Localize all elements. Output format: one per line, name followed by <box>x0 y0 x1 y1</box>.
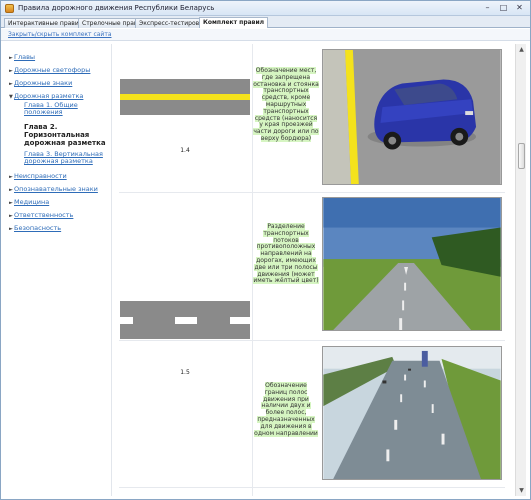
sidebar-item-responsibility[interactable]: ►Ответственность <box>9 211 73 219</box>
row-divider <box>119 192 505 193</box>
app-icon <box>5 4 14 13</box>
markings-table: 1.4 Обозначение мест, где запрещена оста… <box>115 44 513 496</box>
window-title: Правила дорожного движения Республики Бе… <box>18 4 215 12</box>
marking-1-5-diagram <box>120 301 250 339</box>
marking-1-4-description: Обозначение мест, где запрещена остановк… <box>253 67 319 142</box>
tab-rules-set[interactable]: Комплект правил <box>199 17 269 28</box>
marking-1-4-label: 1.4 <box>180 147 190 154</box>
sidebar-subitem-chapter-1[interactable]: Глава 1. Общие положения <box>24 102 108 116</box>
scrollbar-thumb[interactable] <box>518 143 525 169</box>
marking-1-4-diagram <box>120 79 250 115</box>
yellow-solid-line <box>120 94 250 100</box>
title-bar[interactable]: Правила дорожного движения Республики Бе… <box>1 1 530 16</box>
marking-1-4-photo <box>322 49 502 185</box>
dashed-line-segment <box>230 317 250 324</box>
scroll-up-arrow-icon[interactable]: ▲ <box>517 45 526 54</box>
sidebar-item-medicine[interactable]: ►Медицина <box>9 198 49 206</box>
sidebar-item-road-signs[interactable]: ►Дорожные знаки <box>9 79 72 87</box>
marking-1-5-description-a: Разделение транспортных потоков противоп… <box>253 223 319 285</box>
marking-1-5-description: Обозначение границ полос движения при на… <box>254 382 318 437</box>
toolbar: Закрыть/скрыть комплект сайта <box>1 29 530 41</box>
hide-panel-link[interactable]: Закрыть/скрыть комплект сайта <box>8 31 112 38</box>
sidebar-item-traffic-lights[interactable]: ►Дорожные светофоры <box>9 66 90 74</box>
app-window: Правила дорожного движения Республики Бе… <box>0 0 531 500</box>
row-divider <box>119 487 505 488</box>
tab-bar: Интерактивные правила Стрелочные правила… <box>1 16 530 28</box>
sidebar-subitem-chapter-2: Глава 2. Горизонтальная дорожная разметк… <box>24 123 106 147</box>
scroll-down-arrow-icon[interactable]: ▼ <box>517 486 526 495</box>
multilane-road-photo <box>322 346 502 480</box>
sidebar-item-malfunctions[interactable]: ►Неисправности <box>9 172 67 180</box>
close-button[interactable]: ✕ <box>513 2 526 13</box>
sidebar-item-road-marking[interactable]: ▼Дорожная разметка <box>9 92 83 100</box>
sidebar-item-chapters[interactable]: ►Главы <box>9 53 35 61</box>
row-divider <box>119 340 505 341</box>
sidebar-nav: ►Главы ►Дорожные светофоры ►Дорожные зна… <box>4 44 112 496</box>
vertical-scrollbar[interactable]: ▲ ▼ <box>515 44 526 496</box>
maximize-button[interactable]: □ <box>497 2 510 13</box>
sidebar-subitem-chapter-3[interactable]: Глава 3. Вертикальная дорожная разметка <box>24 151 108 165</box>
sidebar-item-identification-signs[interactable]: ►Опознавательные знаки <box>9 185 98 193</box>
dashed-line-segment <box>120 317 133 324</box>
two-way-road-photo <box>322 197 502 331</box>
sidebar-item-safety[interactable]: ►Безопасность <box>9 224 61 232</box>
marking-1-5-label: 1.5 <box>180 369 190 376</box>
minimize-button[interactable]: – <box>481 2 494 13</box>
dashed-line-segment <box>175 317 197 324</box>
